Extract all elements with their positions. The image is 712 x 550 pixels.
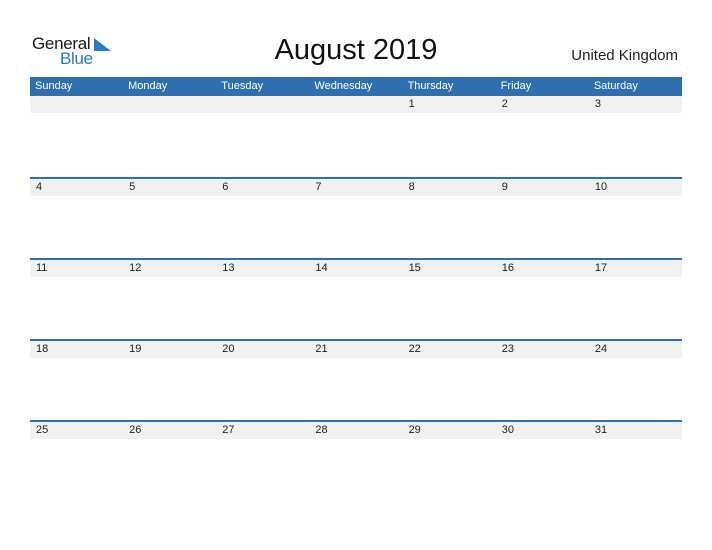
weekday-tuesday: Tuesday	[221, 80, 264, 92]
day-cell: 23	[501, 343, 514, 355]
day-cell: 4	[36, 181, 43, 193]
day-cell: 5	[129, 181, 136, 193]
week-row: 11 12 13 14 15 16 17	[30, 258, 682, 339]
day-cell: 13	[222, 262, 235, 274]
weekday-monday: Monday	[128, 80, 168, 92]
day-cell: 29	[408, 424, 421, 436]
day-cell	[216, 96, 309, 113]
date-strip: 1 2 3	[30, 96, 682, 113]
day-cell	[309, 96, 402, 113]
day-cell: 2	[501, 98, 508, 110]
day-cell	[123, 96, 216, 113]
day-cell: 12	[129, 262, 142, 274]
weeks-container: 1 2 3 4 5 6 7 8 9 10 11 12 13 14 15 16 17 18 19 20 21 22 23 24 2…	[30, 96, 682, 501]
day-cell: 1	[408, 98, 415, 110]
day-cell: 9	[501, 181, 508, 193]
date-strip: 25 26 27 28 29 30 31	[30, 422, 682, 439]
day-cell: 24	[594, 343, 608, 355]
day-cell: 31	[594, 424, 608, 436]
date-strip: 4 5 6 7 8 9 10	[30, 179, 682, 196]
day-cell: 25	[36, 424, 49, 436]
day-cell: 17	[594, 262, 608, 274]
week-row: 18 19 20 21 22 23 24	[30, 339, 682, 420]
day-cell: 7	[315, 181, 322, 193]
day-cell: 11	[36, 262, 48, 274]
day-cell: 14	[315, 262, 328, 274]
weekday-thursday: Thursday	[407, 80, 454, 92]
weekday-header: Sunday Monday Tuesday Wednesday Thursday…	[30, 77, 682, 96]
day-cell: 30	[501, 424, 514, 436]
date-strip: 18 19 20 21 22 23 24	[30, 341, 682, 358]
day-cell: 26	[129, 424, 142, 436]
weekday-saturday: Saturday	[593, 80, 638, 92]
day-cell: 28	[315, 424, 328, 436]
day-cell: 6	[222, 181, 229, 193]
day-cell: 27	[222, 424, 235, 436]
calendar-grid: Sunday Monday Tuesday Wednesday Thursday…	[30, 77, 682, 501]
day-cell	[30, 96, 123, 113]
weekday-wednesday: Wednesday	[314, 80, 373, 92]
day-cell: 15	[408, 262, 421, 274]
day-cell: 18	[36, 343, 49, 355]
weekday-friday: Friday	[500, 80, 532, 92]
date-strip: 11 12 13 14 15 16 17	[30, 260, 682, 277]
country-label: United Kingdom	[571, 47, 678, 64]
day-cell: 21	[315, 343, 328, 355]
day-cell: 10	[594, 181, 608, 193]
week-row: 4 5 6 7 8 9 10	[30, 177, 682, 258]
weekday-sunday: Sunday	[35, 80, 73, 92]
day-cell: 19	[129, 343, 142, 355]
day-cell: 16	[501, 262, 514, 274]
day-cell: 3	[594, 98, 601, 110]
day-cell: 8	[408, 181, 415, 193]
week-row: 25 26 27 28 29 30 31	[30, 420, 682, 501]
day-cell: 22	[408, 343, 421, 355]
week-row: 1 2 3	[30, 96, 682, 177]
day-cell: 20	[222, 343, 235, 355]
